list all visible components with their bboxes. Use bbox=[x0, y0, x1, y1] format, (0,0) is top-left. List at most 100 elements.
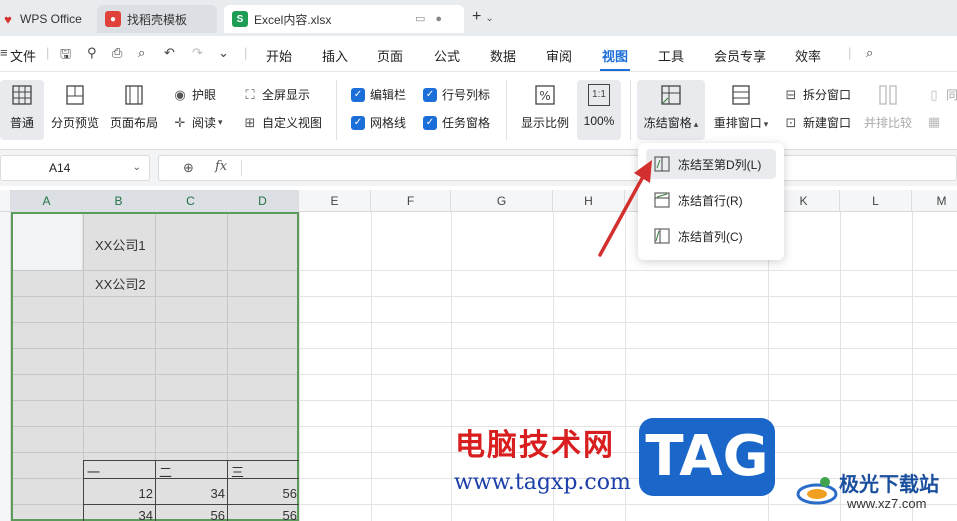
edit-bar-checkbox[interactable]: ✓ 编辑栏 bbox=[351, 86, 406, 103]
svg-text:%: % bbox=[539, 89, 550, 103]
new-window-icon: ⊡ bbox=[785, 114, 797, 130]
sync-scroll-icon: ▯ bbox=[930, 86, 938, 102]
table-cell[interactable]: 12 bbox=[83, 486, 153, 501]
task-pane-checkbox[interactable]: ✓ 任务窗格 bbox=[423, 114, 490, 131]
grid-lines-checkbox[interactable]: ✓ 网格线 bbox=[351, 114, 406, 131]
split-window-icon: ⊟ bbox=[785, 86, 797, 102]
side-by-side-icon bbox=[879, 85, 897, 105]
tab-display-icon[interactable]: ▭● bbox=[415, 12, 452, 25]
cell-b1[interactable]: XX公司1 bbox=[95, 235, 146, 254]
print-preview-icon[interactable]: ⌕ bbox=[138, 45, 145, 61]
sync-scroll-button[interactable]: ▯ 同 bbox=[926, 86, 957, 103]
freeze-first-column-item[interactable]: 冻结首列(C) bbox=[646, 221, 776, 251]
column-header-m[interactable]: M bbox=[912, 190, 957, 212]
tab-bar: ♥ WPS Office ● 找稻壳模板 S Excel内容.xlsx ▭● +… bbox=[0, 0, 957, 36]
page-break-label: 分页预览 bbox=[50, 116, 99, 130]
divider: | bbox=[848, 45, 852, 60]
table-cell[interactable]: 56 bbox=[227, 508, 297, 521]
full-screen-label: 全屏显示 bbox=[262, 88, 311, 102]
column-header-e[interactable]: E bbox=[299, 190, 371, 212]
aurora-logo-icon bbox=[796, 477, 838, 505]
cell-b2[interactable]: XX公司2 bbox=[95, 274, 146, 293]
menu-file[interactable]: 文件 bbox=[10, 46, 36, 65]
zoom-100-label: 100% bbox=[583, 114, 615, 128]
sync-scroll-label: 同 bbox=[946, 88, 957, 102]
table-header-c[interactable]: 二 bbox=[159, 462, 172, 481]
cell-reference: A14 bbox=[49, 161, 71, 175]
freeze-panes-button[interactable]: 冻结窗格 ▴ bbox=[637, 80, 705, 140]
menu-data[interactable]: 数据 bbox=[490, 46, 516, 65]
page-layout-label: 页面布局 bbox=[109, 116, 158, 130]
chevron-down-icon[interactable]: ⌄ bbox=[133, 156, 141, 180]
name-box[interactable]: A14 ⌄ bbox=[0, 155, 150, 181]
row-col-header-checkbox[interactable]: ✓ 行号列标 bbox=[423, 86, 490, 103]
reset-position-button[interactable]: ▦ bbox=[926, 114, 946, 130]
hamburger-icon[interactable]: ≡ bbox=[0, 45, 8, 60]
eye-care-button[interactable]: ◉ 护眼 bbox=[172, 86, 216, 103]
chevron-up-icon: ▴ bbox=[693, 119, 699, 129]
column-header-f[interactable]: F bbox=[371, 190, 451, 212]
zoom-search-icon[interactable]: ⊕ bbox=[183, 160, 194, 176]
page-layout-button[interactable]: 页面布局 bbox=[107, 80, 161, 140]
menu-tools[interactable]: 工具 bbox=[658, 46, 684, 65]
column-header-c[interactable]: C bbox=[155, 190, 227, 212]
menu-efficiency[interactable]: 效率 bbox=[795, 46, 821, 65]
function-icon[interactable]: fx bbox=[215, 159, 227, 174]
freeze-to-column-d-item[interactable]: 冻结至第D列(L) bbox=[646, 149, 776, 179]
formula-input[interactable]: ⊕ fx bbox=[158, 155, 957, 181]
page-layout-icon bbox=[125, 85, 143, 105]
new-tab-button[interactable]: + ⌄ bbox=[472, 8, 494, 26]
ribbon-divider bbox=[630, 80, 631, 140]
menu-formula[interactable]: 公式 bbox=[434, 46, 460, 65]
normal-view-button[interactable]: 普通 bbox=[0, 80, 44, 140]
chevron-down-icon[interactable]: ⌄ bbox=[485, 13, 493, 24]
column-header-l[interactable]: L bbox=[840, 190, 912, 212]
reading-mode-button[interactable]: ✛ 阅读 ▾ bbox=[172, 114, 223, 131]
menu-view[interactable]: 视图 bbox=[602, 46, 628, 65]
arrange-windows-button[interactable]: 重排窗口 ▾ bbox=[709, 80, 773, 140]
table-cell[interactable]: 56 bbox=[227, 486, 297, 501]
tab-template-label: 找稻壳模板 bbox=[127, 12, 188, 27]
table-cell[interactable]: 56 bbox=[155, 508, 225, 521]
full-screen-button[interactable]: ⛶ 全屏显示 bbox=[242, 86, 310, 103]
tab-wps-office[interactable]: ♥ WPS Office bbox=[0, 5, 90, 33]
column-header-b[interactable]: B bbox=[83, 190, 155, 212]
table-border bbox=[83, 504, 299, 505]
menu-insert[interactable]: 插入 bbox=[322, 46, 348, 65]
row-headers[interactable] bbox=[0, 212, 11, 521]
freeze-panes-icon bbox=[661, 85, 681, 105]
search-icon[interactable]: ⌕ bbox=[866, 45, 873, 61]
table-cell[interactable]: 34 bbox=[83, 508, 153, 521]
undo-icon[interactable]: ↶ bbox=[164, 45, 175, 61]
side-by-side-button[interactable]: 并排比较 bbox=[860, 80, 916, 140]
new-window-button[interactable]: ⊡ 新建窗口 bbox=[783, 114, 851, 131]
column-header-g[interactable]: G bbox=[451, 190, 553, 212]
table-header-b[interactable]: 一 bbox=[87, 462, 100, 481]
column-header-a[interactable]: A bbox=[11, 190, 83, 212]
custom-view-button[interactable]: ⊞ 自定义视图 bbox=[242, 114, 322, 131]
zoom-ratio-button[interactable]: % 显示比例 bbox=[516, 80, 574, 140]
table-header-d[interactable]: 三 bbox=[231, 462, 244, 481]
print-icon[interactable]: ⎙ bbox=[112, 45, 122, 61]
divider: | bbox=[46, 45, 50, 60]
menu-review[interactable]: 审阅 bbox=[546, 46, 572, 65]
ribbon-divider bbox=[506, 80, 507, 140]
menu-home[interactable]: 开始 bbox=[266, 46, 292, 65]
share-icon[interactable]: ⚲ bbox=[87, 45, 97, 61]
tab-excel-file[interactable]: S Excel内容.xlsx ▭● bbox=[224, 5, 464, 33]
page-break-preview-button[interactable]: 分页预览 bbox=[48, 80, 102, 140]
tab-template[interactable]: ● 找稻壳模板 bbox=[97, 5, 217, 33]
split-window-button[interactable]: ⊟ 拆分窗口 bbox=[783, 86, 851, 103]
table-cell[interactable]: 34 bbox=[155, 486, 225, 501]
corner-cell[interactable] bbox=[0, 190, 11, 212]
more-chevron-icon[interactable]: ⌄ bbox=[218, 45, 229, 61]
redo-icon[interactable]: ↷ bbox=[192, 45, 203, 61]
active-cell[interactable] bbox=[13, 214, 82, 270]
active-tab-indicator bbox=[600, 69, 630, 71]
zoom-100-button[interactable]: 1:1 100% bbox=[577, 80, 621, 140]
column-header-d[interactable]: D bbox=[227, 190, 299, 212]
menu-page[interactable]: 页面 bbox=[377, 46, 403, 65]
menu-member[interactable]: 会员专享 bbox=[714, 46, 766, 65]
save-icon[interactable]: 🖫 bbox=[60, 45, 71, 67]
freeze-first-row-item[interactable]: 冻结首行(R) bbox=[646, 185, 776, 215]
